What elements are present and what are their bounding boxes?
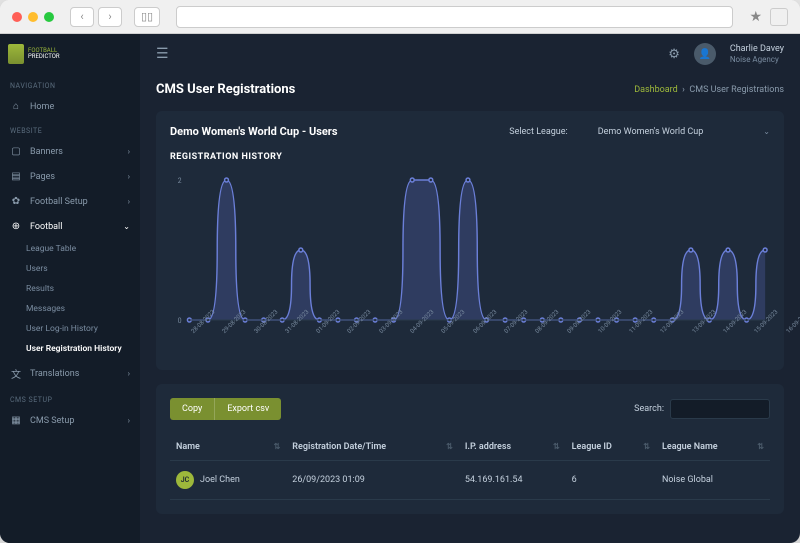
table-header[interactable]: League ID⇅ [566,434,656,461]
nav-football-setup[interactable]: ✿Football Setup› [0,189,140,214]
browser-forward-button[interactable]: › [98,7,122,27]
user-org: Noise Agency [730,55,784,65]
setup-icon: ✿ [10,196,22,207]
x-tick-label: 16-09-2023 [785,309,800,349]
user-avatar[interactable]: 👤 [694,43,716,65]
nav-home[interactable]: ⌂Home [0,94,140,119]
maximize-window-icon[interactable] [44,12,54,22]
hamburger-icon[interactable]: ☰ [156,46,169,62]
pages-icon: ▤ [10,171,22,182]
user-name: Charlie Davey [730,44,784,55]
table-header[interactable]: Registration Date/Time⇅ [286,434,459,461]
chevron-right-icon: › [128,197,130,206]
settings-gear-icon[interactable]: ⚙ [668,47,680,62]
nav-sub-league-table[interactable]: League Table [0,239,140,259]
nav-section-website: WEBSITE [0,123,140,139]
translate-icon: 文 [10,366,22,381]
svg-text:2: 2 [178,177,182,185]
browser-url-bar[interactable] [176,6,733,28]
panel-title: Demo Women's World Cup - Users [170,125,337,138]
table-header[interactable]: Name⇅ [170,434,286,461]
football-icon: ⊕ [10,221,22,232]
registration-chart: 02 [170,170,770,330]
page-title: CMS User Registrations [156,82,295,97]
nav-translations[interactable]: 文Translations› [0,359,140,388]
svg-text:0: 0 [178,317,182,325]
nav-pages[interactable]: ▤Pages› [0,164,140,189]
search-label: Search: [634,404,664,414]
chart-panel: Demo Women's World Cup - Users Select Le… [156,111,784,370]
chevron-right-icon: › [128,416,130,425]
copy-button[interactable]: Copy [170,398,214,420]
bookmark-star-icon[interactable]: ★ [749,9,762,25]
browser-chrome-bar: ‹ › ▯▯ ★ [0,0,800,34]
nav-football[interactable]: ⊕Football⌄ [0,214,140,239]
image-icon: ▢ [10,146,22,157]
export-csv-button[interactable]: Export csv [214,398,281,420]
nav-sub-results[interactable]: Results [0,279,140,299]
cms-icon: ▦ [10,415,22,426]
chart-title: REGISTRATION HISTORY [170,152,770,162]
table-row[interactable]: JCJoel Chen 26/09/2023 01:0954.169.161.5… [170,461,770,500]
browser-sidebar-button[interactable]: ▯▯ [134,7,160,27]
nav-banners[interactable]: ▢Banners› [0,139,140,164]
home-icon: ⌂ [10,101,22,112]
chevron-right-icon: › [128,172,130,181]
nav-sub-messages[interactable]: Messages [0,299,140,319]
league-select[interactable]: Demo Women's World Cup ⌄ [598,127,770,137]
breadcrumb-current: CMS User Registrations [689,85,784,95]
user-info: Charlie Davey Noise Agency [730,44,784,64]
window-controls [12,12,54,22]
logo-text: FOOTBALLPREDICTOR [28,48,60,60]
close-window-icon[interactable] [12,12,22,22]
browser-back-button[interactable]: ‹ [70,7,94,27]
sidebar: FOOTBALLPREDICTOR NAVIGATION ⌂Home WEBSI… [0,34,140,543]
users-table-panel: Copy Export csv Search: Name⇅Registratio… [156,384,784,514]
breadcrumb-root[interactable]: Dashboard [634,85,678,95]
topbar: ☰ ⚙ 👤 Charlie Davey Noise Agency [140,34,800,74]
breadcrumb: Dashboard › CMS User Registrations [634,85,784,95]
nav-sub-users[interactable]: Users [0,259,140,279]
search-input[interactable] [670,399,770,419]
logo: FOOTBALLPREDICTOR [0,34,140,74]
chevron-right-icon: › [128,147,130,156]
nav-cms-setup[interactable]: ▦CMS Setup› [0,408,140,433]
table-header[interactable]: League Name⇅ [656,434,770,461]
users-table: Name⇅Registration Date/Time⇅I.P. address… [170,434,770,500]
nav-sub-registration-history[interactable]: User Registration History [0,339,140,359]
minimize-window-icon[interactable] [28,12,38,22]
chevron-down-icon: ⌄ [123,222,130,231]
chevron-right-icon: › [128,369,130,378]
nav-sub-login-history[interactable]: User Log-in History [0,319,140,339]
row-avatar: JC [176,471,194,489]
chevron-down-icon: ⌄ [763,127,770,136]
table-header[interactable]: I.P. address⇅ [459,434,566,461]
browser-tabs-button[interactable] [770,8,788,26]
nav-section-cms-setup: CMS SETUP [0,392,140,408]
chart-x-axis: 28-08-202329-08-202330-08-202331-08-2023… [170,330,770,356]
nav-section-navigation: NAVIGATION [0,78,140,94]
logo-icon [8,44,24,64]
league-select-label: Select League: [509,127,567,137]
